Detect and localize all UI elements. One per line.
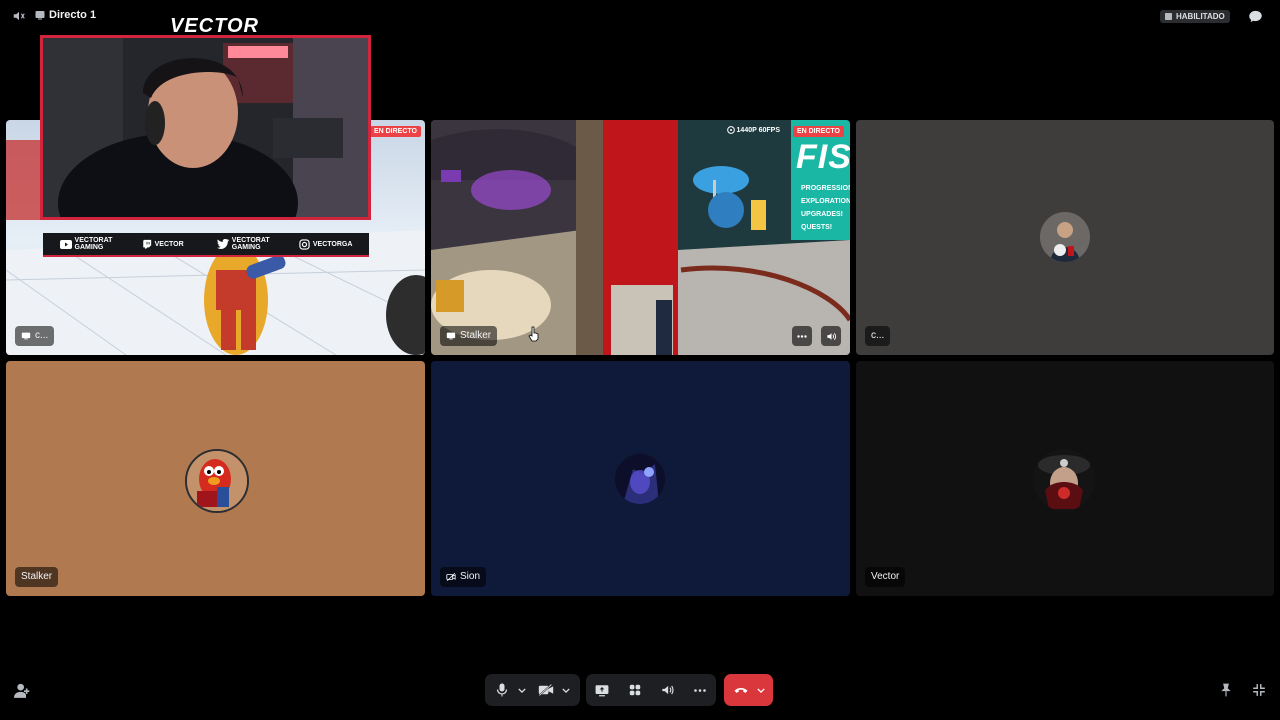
avatar (615, 454, 665, 504)
badge-icon (1165, 13, 1172, 20)
microphone-icon (496, 683, 508, 697)
live-badge: EN DIRECTO (369, 126, 421, 137)
logo-text: VECTOR (170, 15, 259, 37)
video-tile[interactable]: Sion (431, 361, 850, 596)
channel-title: Directo 1 (49, 9, 97, 21)
avatar (185, 449, 249, 513)
quality-indicator: 1440P 60FPS (726, 126, 780, 134)
activities-icon (629, 684, 640, 696)
chat-icon[interactable] (1248, 9, 1263, 24)
camera-off-icon (446, 572, 456, 582)
video-tile[interactable]: c... (856, 120, 1274, 355)
camera-button[interactable] (533, 677, 559, 703)
ellipsis-icon (797, 334, 807, 338)
disconnect-button[interactable] (728, 677, 754, 703)
tile-label: Stalker (460, 330, 492, 341)
tile-name-label: c... (865, 326, 891, 346)
soundboard-button[interactable] (654, 677, 680, 703)
volume-button[interactable] (821, 326, 841, 346)
social-item-instagram: VECTORGA (299, 238, 352, 250)
screen-share-icon (595, 684, 609, 696)
webcam-overlay (40, 35, 371, 220)
game-menu: PROGRESSION EXPLORATION UPGRADES! QUESTS… (801, 185, 850, 231)
tile-label: Sion (460, 571, 481, 582)
screen-share-button[interactable] (589, 677, 615, 703)
exit-fullscreen-icon[interactable] (1252, 683, 1266, 697)
volume-icon (826, 332, 836, 340)
tile-label: Stalker (21, 571, 53, 582)
social-item-youtube: VECTORAT GAMING (59, 237, 112, 251)
status-badge[interactable]: HABILITADO (1160, 10, 1230, 23)
pin-icon[interactable] (1220, 683, 1232, 697)
avatar (1033, 449, 1095, 511)
camera-off-icon (538, 684, 554, 696)
tile-name-label: c... (15, 326, 55, 346)
more-options-button[interactable] (792, 326, 812, 346)
tile-label: Vector (871, 571, 900, 582)
screen-share-icon (21, 332, 31, 340)
speaker-channel-icon (13, 11, 25, 21)
badge-label: HABILITADO (1176, 12, 1225, 21)
social-bar: VECTORAT GAMING VECTOR VECTORAT GAMING V… (43, 233, 369, 257)
audio-video-controls (485, 674, 580, 706)
hand-cursor-icon (528, 326, 539, 342)
webcam-person (43, 38, 368, 217)
chevron-down-icon (518, 687, 526, 693)
live-badge: EN DIRECTO (792, 126, 844, 137)
disconnect-options-button[interactable] (754, 677, 768, 703)
screen-share-icon (446, 332, 456, 340)
video-tile[interactable]: FISH PROGRESSION EXPLORATION UPGRADES! Q… (431, 120, 850, 355)
activities-button[interactable] (622, 677, 648, 703)
eye-icon (726, 126, 735, 134)
twitch-icon (142, 239, 151, 249)
tile-name-label: Vector (865, 567, 906, 587)
stage-icon (35, 11, 45, 20)
video-tile[interactable]: Stalker (6, 361, 425, 596)
youtube-icon (59, 239, 72, 249)
disconnect-group (724, 674, 773, 706)
ellipsis-icon (693, 688, 706, 692)
tile-label: c... (35, 330, 49, 341)
camera-options-button[interactable] (559, 677, 573, 703)
chevron-down-icon (757, 687, 765, 693)
social-item-twitch: VECTOR (142, 239, 184, 249)
activity-controls (586, 674, 716, 706)
add-friend-icon[interactable] (14, 683, 30, 698)
chevron-down-icon (562, 687, 570, 693)
twitter-icon (216, 239, 229, 249)
social-item-twitter: VECTORAT GAMING (216, 237, 270, 251)
microphone-button[interactable] (489, 677, 515, 703)
microphone-options-button[interactable] (515, 677, 529, 703)
tile-name-label: Stalker (15, 567, 59, 587)
soundboard-icon (662, 685, 674, 695)
game-scene (431, 120, 850, 355)
instagram-icon (299, 238, 310, 250)
game-title-text: FISH (796, 138, 850, 176)
video-tile[interactable]: Vector (856, 361, 1274, 596)
tile-label: c... (871, 330, 885, 341)
tile-name-label: Stalker (440, 326, 498, 346)
avatar (1040, 212, 1090, 262)
tile-name-label: Sion (440, 567, 487, 587)
hang-up-icon (734, 687, 748, 693)
more-options-button[interactable] (687, 677, 713, 703)
